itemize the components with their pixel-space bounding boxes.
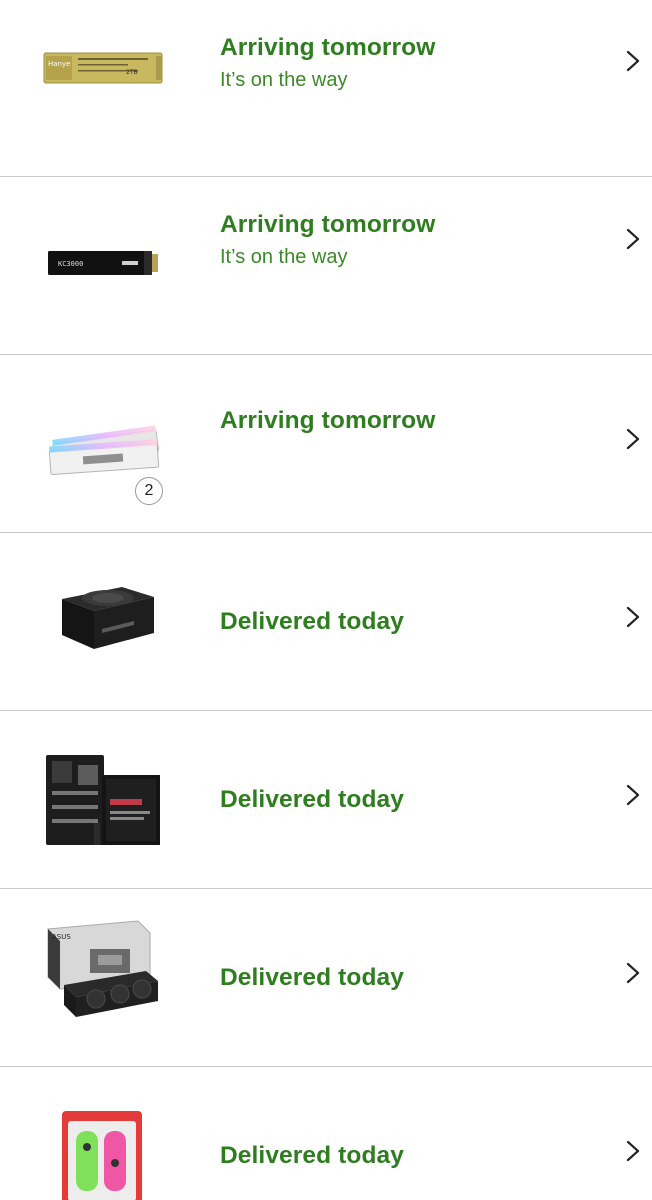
quantity-badge: 2 xyxy=(135,477,163,505)
order-row-3[interactable]: 2 Arriving tomorrow xyxy=(0,355,652,533)
order-row-1[interactable]: Hanye 2TB Arriving tomorrow It’s on the … xyxy=(0,0,652,177)
chevron-right-icon[interactable] xyxy=(626,1140,640,1162)
order-row-2[interactable]: KC3000 Arriving tomorrow It’s on the way xyxy=(0,177,652,355)
order-status: Delivered today xyxy=(220,786,404,813)
ram-kit-icon: 2 xyxy=(38,359,166,505)
nvme-ssd-hanye-icon: Hanye 2TB xyxy=(38,0,166,138)
chevron-right-icon[interactable] xyxy=(626,784,640,806)
order-status: Arriving tomorrow xyxy=(220,34,436,61)
ssd-capacity-text: 2TB xyxy=(126,69,138,76)
graphics-card-icon: ASUS xyxy=(38,893,166,1033)
order-text-1: Arriving tomorrow It’s on the way xyxy=(220,34,592,92)
order-status: Delivered today xyxy=(220,964,404,991)
order-text-3: Arriving tomorrow xyxy=(220,407,592,435)
order-text-4: Delivered today xyxy=(220,608,592,636)
joy-con-controllers-icon xyxy=(38,1071,166,1200)
order-status: Delivered today xyxy=(220,608,404,635)
order-list: Hanye 2TB Arriving tomorrow It’s on the … xyxy=(0,0,652,1200)
nvme-ssd-kingston-icon: KC3000 xyxy=(38,175,166,315)
order-text-2: Arriving tomorrow It’s on the way xyxy=(220,211,592,269)
chevron-right-icon[interactable] xyxy=(626,50,640,72)
order-row-4[interactable]: Delivered today xyxy=(0,533,652,711)
chevron-right-icon[interactable] xyxy=(626,228,640,250)
order-row-6[interactable]: ASUS Delivered today xyxy=(0,889,652,1067)
gpu-brand-text: ASUS xyxy=(52,933,71,941)
motherboard-icon xyxy=(38,715,166,855)
power-supply-icon xyxy=(38,537,166,677)
ssd-brand-text: Hanye xyxy=(48,60,70,68)
order-status: Arriving tomorrow xyxy=(220,211,436,238)
chevron-right-icon[interactable] xyxy=(626,606,640,628)
order-substatus: It’s on the way xyxy=(220,69,348,91)
order-substatus: It’s on the way xyxy=(220,246,348,268)
order-status: Delivered today xyxy=(220,1142,404,1169)
chevron-right-icon[interactable] xyxy=(626,962,640,984)
order-text-7: Delivered today xyxy=(220,1142,592,1170)
ssd-model-text: KC3000 xyxy=(58,260,83,268)
order-row-5[interactable]: Delivered today xyxy=(0,711,652,889)
order-row-7[interactable]: Delivered today xyxy=(0,1067,652,1200)
order-status: Arriving tomorrow xyxy=(220,407,436,434)
order-text-5: Delivered today xyxy=(220,786,592,814)
order-text-6: Delivered today xyxy=(220,964,592,992)
chevron-right-icon[interactable] xyxy=(626,428,640,450)
